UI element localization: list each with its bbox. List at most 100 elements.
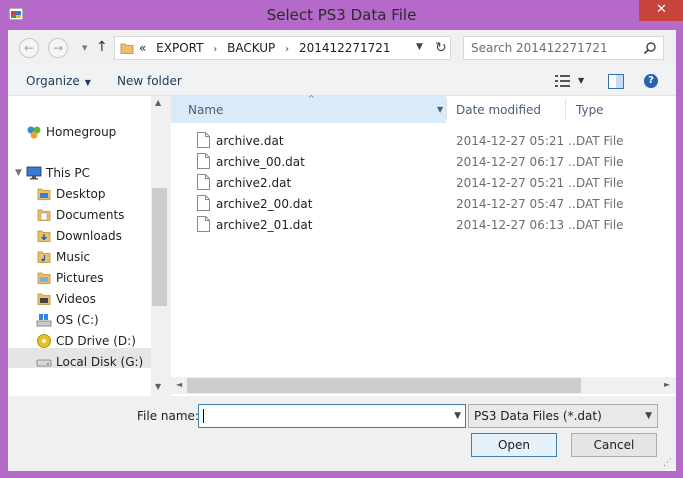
file-row[interactable]: archive2_00.dat 2014-12-27 05:47 ... DAT… (171, 193, 676, 214)
breadcrumb: « EXPORT › BACKUP › 201412271721 (139, 41, 397, 55)
sidebar-item-label: CD Drive (D:) (56, 334, 136, 348)
sidebar-item-label: Pictures (56, 271, 104, 285)
file-type-select[interactable]: PS3 Data Files (*.dat) ▼ (468, 404, 658, 428)
sidebar-item-label: OS (C:) (56, 313, 99, 327)
breadcrumb-item[interactable]: EXPORT (156, 41, 203, 55)
back-button[interactable]: ← (19, 38, 39, 58)
sidebar-item-label: This PC (46, 166, 90, 180)
preview-pane-icon[interactable] (608, 74, 624, 89)
view-list-icon[interactable] (555, 74, 571, 88)
sidebar-item-label: Downloads (56, 229, 122, 243)
dialog-window: Select PS3 Data File ✕ ← → ▼ ↑ « EXPORT … (0, 0, 683, 478)
new-folder-button[interactable]: New folder (117, 74, 182, 88)
file-icon (197, 195, 210, 211)
file-row[interactable]: archive.dat 2014-12-27 05:21 ... DAT Fil… (171, 130, 676, 151)
search-icon[interactable] (643, 41, 657, 55)
file-type: DAT File (576, 155, 624, 169)
file-type: DAT File (576, 134, 624, 148)
views-dropdown[interactable]: ▼ (578, 76, 584, 85)
folder-icon (37, 209, 51, 221)
folder-icon (37, 230, 51, 242)
column-divider[interactable] (565, 98, 566, 120)
navigation-bar: ← → ▼ ↑ « EXPORT › BACKUP › 201412271721… (8, 30, 676, 66)
organize-label: Organize (26, 74, 80, 88)
dialog-client: ← → ▼ ↑ « EXPORT › BACKUP › 201412271721… (8, 30, 676, 471)
folder-icon (37, 251, 51, 263)
address-bar[interactable]: « EXPORT › BACKUP › 201412271721 ▼ ↻ (114, 36, 451, 60)
type-column-header[interactable]: Type (576, 103, 604, 117)
navigation-pane-scrollbar[interactable]: ▲ ▼ (151, 96, 168, 396)
navigation-pane: Homegroup ▼ This PC Desktop Documents Do… (8, 96, 168, 396)
scrollbar-thumb[interactable] (152, 188, 167, 306)
sort-ascending-icon: ^ (308, 94, 315, 103)
cancel-button[interactable]: Cancel (571, 433, 657, 457)
refresh-button[interactable]: ↻ (435, 40, 447, 56)
scroll-up-icon[interactable]: ▲ (155, 98, 161, 107)
scroll-down-icon[interactable]: ▼ (155, 382, 161, 391)
close-button[interactable]: ✕ (639, 0, 683, 21)
organize-button[interactable]: Organize ▼ (26, 74, 91, 88)
chevron-down-icon: ▼ (84, 78, 91, 87)
date-modified-column-header[interactable]: Date modified (456, 103, 541, 117)
file-icon (197, 216, 210, 232)
forward-button[interactable]: → (48, 38, 68, 58)
column-headers: ^ Name ▼ Date modified Type (171, 94, 676, 123)
file-row[interactable]: archive2_01.dat 2014-12-27 06:13 ... DAT… (171, 214, 676, 235)
search-input[interactable]: Search 201412271721 (471, 41, 608, 55)
up-button[interactable]: ↑ (96, 39, 108, 55)
file-date: 2014-12-27 06:13 ... (456, 218, 580, 232)
name-column-dropdown[interactable]: ▼ (437, 105, 443, 114)
homegroup-icon (27, 126, 41, 139)
disk-icon (36, 359, 52, 367)
file-type: DAT File (576, 176, 624, 190)
breadcrumb-item[interactable]: 201412271721 (299, 41, 391, 55)
expand-arrow-icon[interactable]: ▼ (15, 168, 22, 178)
scroll-left-icon[interactable]: ◄ (176, 380, 182, 389)
file-date: 2014-12-27 05:21 ... (456, 176, 580, 190)
file-date: 2014-12-27 05:21 ... (456, 134, 580, 148)
sidebar-item-label: Desktop (56, 187, 106, 201)
sidebar-item-label: Local Disk (G:) (56, 355, 144, 369)
scroll-right-icon[interactable]: ► (664, 380, 670, 389)
address-dropdown[interactable]: ▼ (416, 42, 423, 52)
name-column-label[interactable]: Name (188, 103, 223, 117)
file-icon (197, 174, 210, 190)
file-type: DAT File (576, 218, 624, 232)
recent-locations-dropdown[interactable]: ▼ (82, 44, 87, 52)
file-name: archive2_01.dat (216, 218, 313, 232)
window-title: Select PS3 Data File (266, 6, 417, 24)
breadcrumb-item[interactable]: BACKUP (227, 41, 275, 55)
breadcrumb-overflow[interactable]: « (139, 41, 146, 55)
drive-icon (36, 314, 52, 327)
search-box[interactable]: Search 201412271721 (463, 36, 664, 60)
chevron-down-icon: ▼ (645, 411, 652, 421)
file-name-input[interactable]: ▼ (198, 404, 466, 428)
breadcrumb-separator[interactable]: › (213, 44, 217, 55)
sidebar-item-label: Music (56, 250, 91, 264)
file-type-value: PS3 Data Files (*.dat) (474, 409, 602, 423)
command-toolbar: Organize ▼ New folder ▼ ? (8, 66, 676, 96)
sidebar-item-label: Documents (56, 208, 125, 222)
cd-drive-icon (37, 334, 51, 348)
file-name-dropdown[interactable]: ▼ (454, 411, 461, 421)
title-bar[interactable]: Select PS3 Data File ✕ (0, 0, 683, 30)
scrollbar-thumb[interactable] (187, 378, 581, 393)
file-icon (197, 132, 210, 148)
file-date: 2014-12-27 05:47 ... (456, 197, 580, 211)
folder-icon (120, 43, 134, 54)
file-list-pane: ^ Name ▼ Date modified Type archive.dat … (171, 94, 676, 396)
file-name: archive.dat (216, 134, 284, 148)
file-row[interactable]: archive2.dat 2014-12-27 05:21 ... DAT Fi… (171, 172, 676, 193)
open-button[interactable]: Open (471, 433, 557, 457)
breadcrumb-separator[interactable]: › (285, 44, 289, 55)
text-caret (203, 409, 204, 423)
file-row[interactable]: archive_00.dat 2014-12-27 06:17 ... DAT … (171, 151, 676, 172)
file-name: archive2.dat (216, 176, 292, 190)
column-divider[interactable] (446, 98, 447, 120)
help-icon[interactable]: ? (644, 74, 658, 88)
horizontal-scrollbar[interactable]: ◄ ► (171, 377, 676, 394)
sidebar-item-label: Homegroup (46, 125, 117, 139)
folder-icon (37, 293, 51, 305)
resize-grip-icon[interactable]: ⋰ (663, 458, 672, 468)
file-name: archive_00.dat (216, 155, 305, 169)
